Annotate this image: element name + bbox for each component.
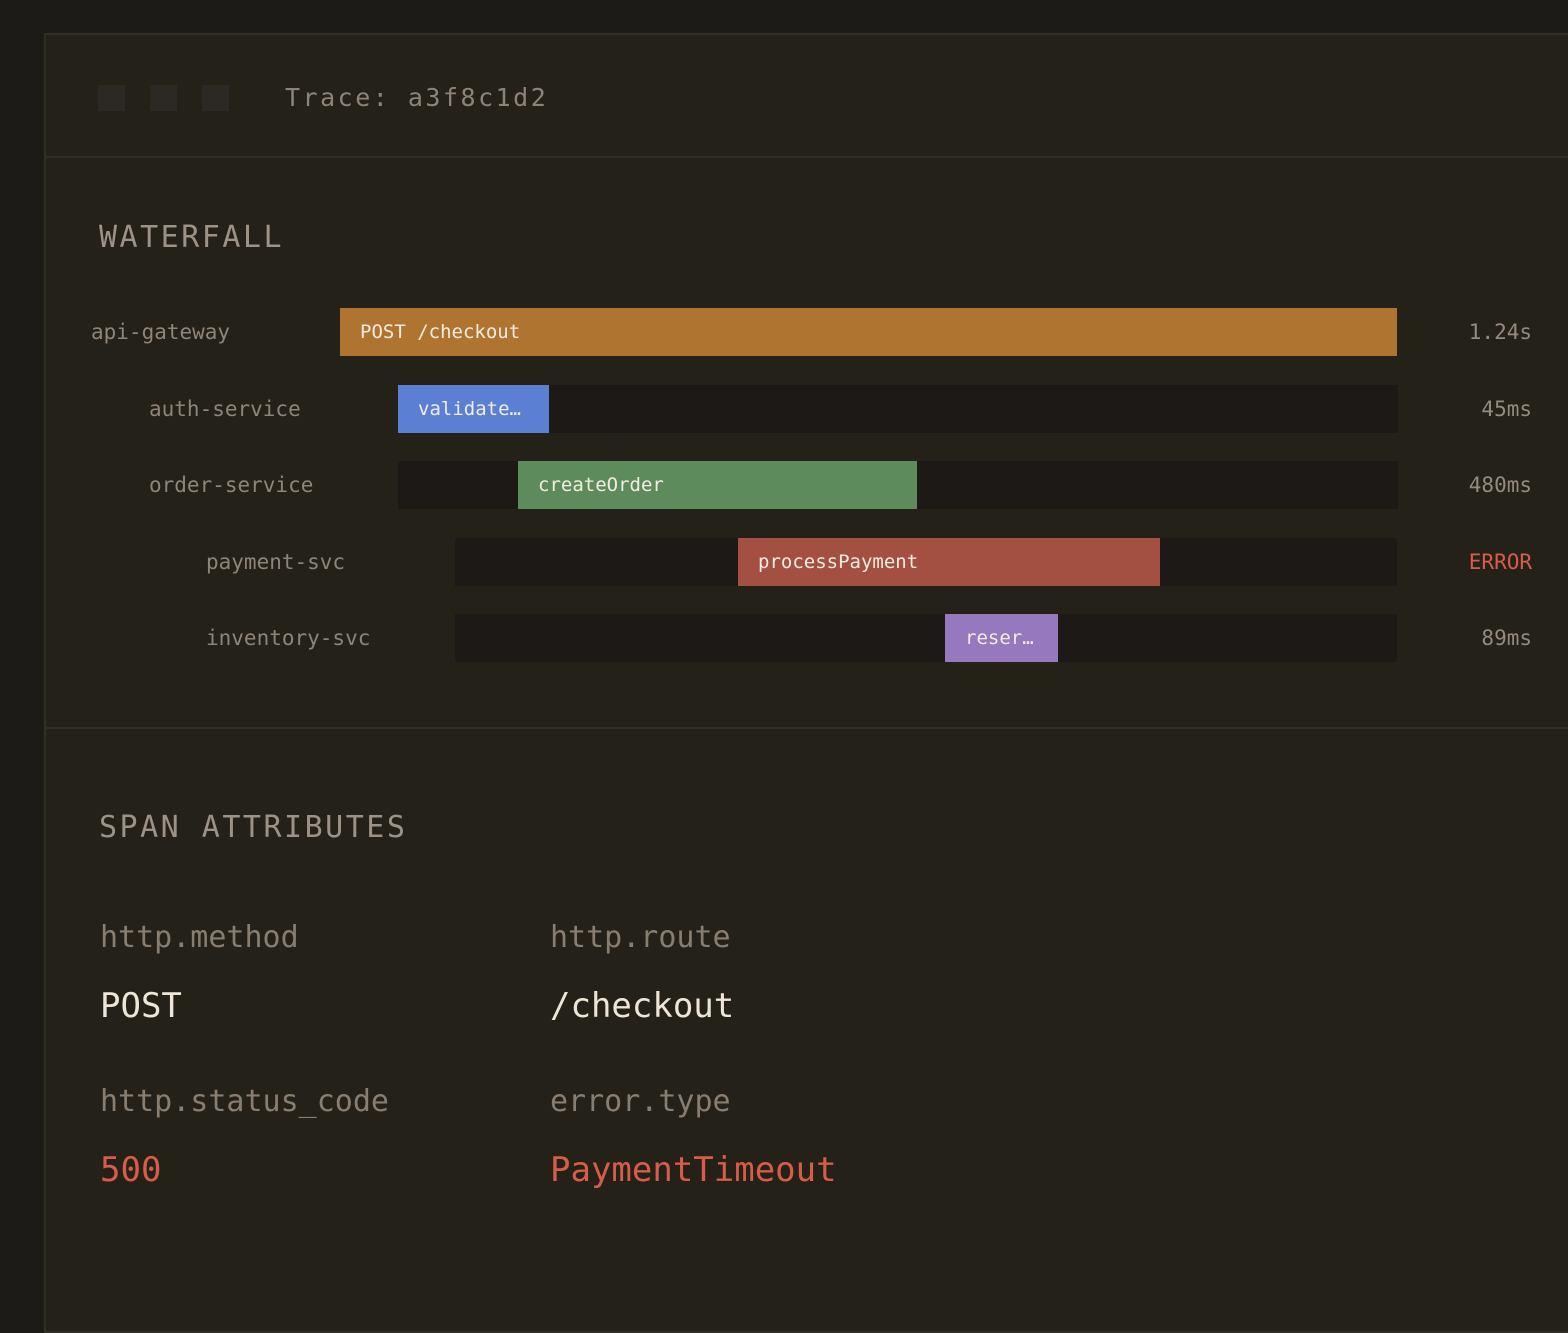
span-duration: 45ms — [1481, 385, 1532, 433]
span-track: reser… — [455, 614, 1397, 662]
attribute-cell: http.method POST — [100, 922, 299, 1024]
service-label: auth-service — [149, 385, 301, 433]
window-controls — [98, 85, 229, 111]
attribute-key: error.type — [550, 1086, 837, 1118]
span-track: createOrder — [398, 461, 1398, 509]
service-label: payment-svc — [206, 538, 345, 586]
attribute-key: http.method — [100, 922, 299, 954]
span-bar[interactable]: processPayment — [738, 538, 1160, 586]
span-duration: ERROR — [1469, 538, 1532, 586]
attribute-value: POST — [100, 988, 299, 1024]
span-bar[interactable]: reser… — [945, 614, 1058, 662]
window-control-button[interactable] — [150, 85, 177, 111]
span-duration: 480ms — [1469, 461, 1532, 509]
span-duration: 89ms — [1481, 614, 1532, 662]
attribute-value: 500 — [100, 1152, 389, 1188]
waterfall-row: order-service createOrder 480ms — [46, 461, 1568, 509]
waterfall-heading: WATERFALL — [99, 222, 284, 254]
attribute-key: http.status_code — [100, 1086, 389, 1118]
window-header: Trace: a3f8c1d2 — [46, 35, 1568, 158]
waterfall-row: payment-svc processPayment ERROR — [46, 538, 1568, 586]
waterfall-row: inventory-svc reser… 89ms — [46, 614, 1568, 662]
attribute-value: /checkout — [550, 988, 734, 1024]
span-track: validate… — [398, 385, 1398, 433]
trace-window: Trace: a3f8c1d2 WATERFALL api-gateway PO… — [44, 33, 1568, 1333]
span-track: POST /checkout — [340, 308, 1397, 356]
service-label: order-service — [149, 461, 313, 509]
service-label: api-gateway — [91, 308, 230, 356]
span-operation-label: POST /checkout — [360, 321, 520, 343]
span-operation-label: processPayment — [758, 551, 918, 573]
span-bar[interactable]: validate… — [398, 385, 549, 433]
waterfall-row: api-gateway POST /checkout 1.24s — [46, 308, 1568, 356]
section-divider — [46, 727, 1568, 729]
attribute-cell: http.status_code 500 — [100, 1086, 389, 1188]
attribute-cell: http.route /checkout — [550, 922, 734, 1024]
span-attributes-heading: SPAN ATTRIBUTES — [99, 812, 407, 844]
attribute-key: http.route — [550, 922, 734, 954]
attribute-value: PaymentTimeout — [550, 1152, 837, 1188]
window-control-button[interactable] — [202, 85, 229, 111]
span-operation-label: createOrder — [538, 474, 664, 496]
span-duration: 1.24s — [1469, 308, 1532, 356]
span-bar[interactable]: POST /checkout — [340, 308, 1397, 356]
service-label: inventory-svc — [206, 614, 370, 662]
attribute-cell: error.type PaymentTimeout — [550, 1086, 837, 1188]
span-operation-label: reser… — [965, 627, 1034, 649]
window-control-button[interactable] — [98, 85, 125, 111]
trace-title: Trace: a3f8c1d2 — [285, 85, 548, 111]
span-operation-label: validate… — [418, 398, 521, 420]
span-bar[interactable]: createOrder — [518, 461, 917, 509]
app-root: { "window": { "title": "Trace: a3f8c1d2"… — [0, 0, 1568, 1270]
span-track: processPayment — [455, 538, 1397, 586]
waterfall-row: auth-service validate… 45ms — [46, 385, 1568, 433]
